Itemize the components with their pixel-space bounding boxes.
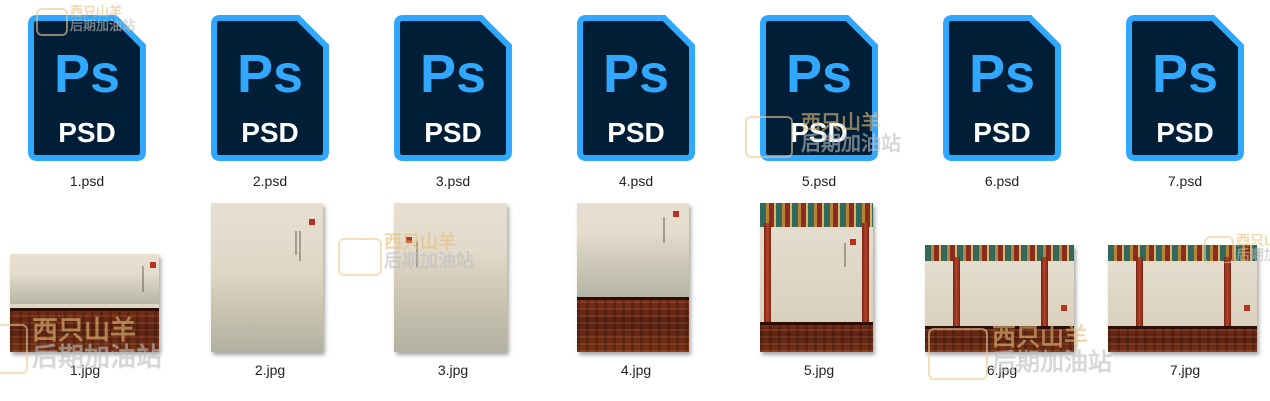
psd-badge-text: PSD [58, 117, 116, 148]
mountain-art [577, 233, 689, 298]
file-name: 2.jpg [254, 362, 286, 378]
image-thumbnail [211, 203, 323, 352]
photoshop-file-icon: Ps PSD [210, 14, 330, 162]
file-name: 6.jpg [986, 362, 1018, 378]
psd-badge-text: PSD [607, 117, 665, 148]
file-name: 4.jpg [620, 362, 652, 378]
ps-badge-text: Ps [420, 44, 486, 104]
file-name: 7.jpg [1169, 362, 1201, 378]
image-thumbnail [394, 203, 507, 352]
ps-badge-text: Ps [969, 44, 1035, 104]
file-name: 1.jpg [69, 362, 101, 378]
image-thumbnail [925, 245, 1074, 352]
carpet-art [760, 322, 873, 352]
file-name: 3.psd [435, 173, 471, 189]
photoshop-file-icon: Ps PSD [393, 14, 513, 162]
seal-mark [309, 219, 315, 225]
file-name: 7.psd [1167, 173, 1203, 189]
vertical-text-art [142, 266, 144, 292]
vertical-text-art [844, 243, 846, 267]
vertical-text-art [416, 241, 418, 267]
mountain-art [394, 253, 507, 352]
file-name: 6.psd [984, 173, 1020, 189]
psd-badge-text: PSD [424, 117, 482, 148]
painted-beam-art [760, 203, 873, 227]
vertical-text-art [295, 231, 297, 255]
seal-mark [850, 239, 856, 245]
ps-badge-text: Ps [237, 44, 303, 104]
camera-logo-icon [338, 238, 382, 276]
carpet-art [10, 308, 159, 352]
image-thumbnail [1108, 245, 1257, 352]
seal-mark [150, 262, 156, 268]
carpet-art [577, 297, 689, 352]
carpet-art [1108, 326, 1257, 352]
painted-beam-art [925, 245, 1074, 261]
photoshop-file-icon: Ps PSD [27, 14, 147, 162]
seal-mark [1244, 305, 1250, 311]
vertical-text-art [663, 217, 665, 243]
seal-mark [673, 211, 679, 217]
photoshop-file-icon: Ps PSD [1125, 14, 1245, 162]
mountain-art [211, 273, 323, 352]
file-name: 1.psd [69, 173, 105, 189]
image-thumbnail [10, 254, 159, 352]
file-name: 2.psd [252, 173, 288, 189]
carpet-art [925, 326, 1074, 352]
file-name: 5.psd [801, 173, 837, 189]
image-thumbnail [577, 203, 689, 352]
photoshop-file-icon: Ps PSD [576, 14, 696, 162]
ps-badge-text: Ps [786, 44, 852, 104]
mountain-art [10, 274, 159, 304]
photoshop-file-icon: Ps PSD [759, 14, 879, 162]
seal-mark [1061, 305, 1067, 311]
seal-mark [406, 237, 412, 243]
image-thumbnail [760, 203, 873, 352]
psd-badge-text: PSD [973, 117, 1031, 148]
painted-beam-art [1108, 245, 1257, 261]
ps-badge-text: Ps [1152, 44, 1218, 104]
ps-badge-text: Ps [54, 44, 120, 104]
psd-badge-text: PSD [790, 117, 848, 148]
file-name: 3.jpg [437, 362, 469, 378]
photoshop-file-icon: Ps PSD [942, 14, 1062, 162]
file-name: 5.jpg [803, 362, 835, 378]
psd-badge-text: PSD [1156, 117, 1214, 148]
psd-badge-text: PSD [241, 117, 299, 148]
vertical-text-art [299, 231, 301, 261]
ps-badge-text: Ps [603, 44, 669, 104]
file-name: 4.psd [618, 173, 654, 189]
